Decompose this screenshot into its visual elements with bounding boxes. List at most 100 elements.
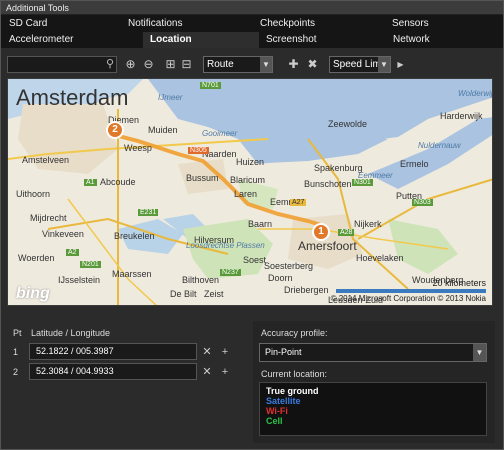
map-label-abcoude: Abcoude [100, 177, 136, 187]
map-label-hoevelaken: Hoevelaken [356, 253, 404, 263]
chevron-down-icon: ▼ [378, 57, 390, 72]
location-source-cell: Cell [266, 416, 283, 426]
map-label-soesterberg: Soesterberg [264, 261, 314, 271]
map-label-weesp: Weesp [124, 143, 152, 153]
map-label-ermelo: Ermelo [400, 159, 429, 169]
road-label-n237: N237 [220, 269, 241, 276]
play-icon[interactable]: ▶ [393, 57, 408, 72]
additional-tools-window: Additional Tools SD Card Notifications C… [0, 0, 504, 450]
map-copyright: © 2014 Microsoft Corporation © 2013 Noki… [330, 294, 486, 303]
road-label-n701: N701 [200, 82, 221, 89]
search-input[interactable] [8, 57, 100, 72]
map-label-vinkeveen: Vinkeveen [42, 229, 84, 239]
search-field: ⚲ [7, 56, 117, 73]
search-icon[interactable]: ⚲ [106, 57, 114, 70]
current-location-label: Current location: [261, 369, 328, 379]
map-label-nuldernauw: Nuldernauw [418, 141, 461, 150]
chevron-down-icon: ▼ [260, 57, 272, 72]
map-label-ijmeer: IJmeer [158, 93, 183, 102]
tab-location[interactable]: Location [143, 32, 259, 48]
map-toolbar: ⚲ ⊕ ⊖ ⊞ ⊟ Route ▼ ✚ ✖ Speed Limit ▼ ▶ [7, 55, 497, 75]
map-label-maarssen: Maarssen [112, 269, 152, 279]
center-pin-icon[interactable]: ⊞ [163, 57, 178, 72]
tab-notifications[interactable]: Notifications [128, 16, 182, 32]
route-mode-value: Route [207, 59, 234, 70]
location-source-satellite: Satellite [266, 396, 301, 406]
points-header-coords: Latitude / Longitude [31, 328, 111, 338]
tab-screenshot[interactable]: Screenshot [266, 32, 317, 48]
map-label-uithoorn: Uithoorn [16, 189, 51, 199]
tab-checkpoints[interactable]: Checkpoints [260, 16, 315, 32]
map-label-driebergen: Driebergen [284, 285, 329, 295]
map-label-amsterdam: Amsterdam [16, 85, 129, 110]
bing-logo: bing [16, 285, 50, 302]
road-label-n201: N201 [80, 261, 101, 268]
road-label-a28: A28 [338, 229, 355, 236]
map-label-bilthoven: Bilthoven [182, 275, 220, 285]
waypoint-marker-2[interactable]: 2 [106, 121, 124, 139]
map-label-bunschoten: Bunschoten [304, 179, 352, 189]
chevron-down-icon: ▼ [473, 344, 486, 361]
map-view[interactable]: Amsterdam Amersfoort Hilversum Bussum Hu… [7, 78, 493, 306]
map-label-huizen: Huizen [236, 157, 265, 167]
zoom-out-icon[interactable]: ⊖ [141, 57, 156, 72]
point-coordinate-field[interactable]: 52.3084 / 004.9933 [29, 363, 197, 380]
map-label-breukelen: Breukelen [114, 231, 155, 241]
map-scale-label: 20 kilometers [432, 278, 486, 288]
map-label-amstelveen: Amstelveen [22, 155, 70, 165]
route-mode-select[interactable]: Route ▼ [203, 56, 273, 73]
remove-point-icon[interactable]: ✕ [201, 366, 213, 378]
point-row-number: 2 [13, 367, 19, 377]
map-label-wolderwijd: Wolderwijd [458, 89, 493, 98]
map-label-loosdrecht-lakes: Loosdrechtse Plassen [186, 241, 265, 250]
map-label-doorn: Doorn [268, 273, 293, 283]
map-label-zeist: Zeist [204, 289, 224, 299]
road-label-n303: N303 [412, 199, 433, 206]
map-label-zeewolde: Zeewolde [328, 119, 368, 129]
points-header-pt: Pt [13, 328, 22, 338]
road-label-n305: N305 [188, 147, 209, 154]
location-source-true-ground: True ground [266, 386, 319, 396]
map-label-harderwijk: Harderwijk [440, 111, 483, 121]
map-label-amersfoort: Amersfoort [298, 239, 357, 253]
fit-route-icon[interactable]: ⊟ [179, 57, 194, 72]
map-label-spakenburg: Spakenburg [314, 163, 363, 173]
tab-sd-card[interactable]: SD Card [9, 16, 47, 32]
accuracy-profile-value: Pin-Point [265, 347, 302, 357]
waypoint-marker-1[interactable]: 1 [312, 223, 330, 241]
window-title: Additional Tools [1, 1, 503, 15]
remove-point-icon[interactable]: ✕ [201, 346, 213, 358]
clear-points-icon[interactable]: ✖ [305, 57, 320, 72]
tab-bar: SD Card Notifications Checkpoints Sensor… [1, 15, 503, 48]
accuracy-panel: Accuracy profile: Pin-Point ▼ Current lo… [253, 321, 495, 443]
map-label-de-bilt: De Bilt [170, 289, 197, 299]
tab-accelerometer[interactable]: Accelerometer [9, 32, 73, 48]
accuracy-profile-label: Accuracy profile: [261, 328, 328, 338]
point-row-number: 1 [13, 347, 19, 357]
accuracy-profile-select[interactable]: Pin-Point ▼ [259, 343, 487, 362]
map-label-nijkerk: Nijkerk [354, 219, 382, 229]
map-label-mijdrecht: Mijdrecht [30, 213, 67, 223]
current-location-box: True ground Satellite Wi-Fi Cell [259, 382, 487, 436]
road-label-a27: A27 [290, 199, 307, 206]
map-label-muiden: Muiden [148, 125, 178, 135]
tab-network[interactable]: Network [393, 32, 430, 48]
point-coordinate-field[interactable]: 52.1822 / 005.3987 [29, 343, 197, 360]
add-point-icon[interactable]: ✚ [286, 57, 301, 72]
map-label-bussum: Bussum [186, 173, 219, 183]
map-label-soest: Soest [243, 255, 267, 265]
location-source-wifi: Wi-Fi [266, 406, 288, 416]
map-label-ijsselstein: IJsselstein [58, 275, 101, 285]
zoom-in-icon[interactable]: ⊕ [123, 57, 138, 72]
map-label-laren: Laren [234, 189, 258, 199]
points-panel: Pt Latitude / Longitude 1 52.1822 / 005.… [7, 321, 247, 443]
insert-point-icon[interactable]: + [219, 346, 231, 358]
map-scale-bar [336, 289, 486, 293]
tab-sensors[interactable]: Sensors [392, 16, 429, 32]
road-label-n301: N301 [352, 179, 373, 186]
speed-limit-select[interactable]: Speed Limit ▼ [329, 56, 391, 73]
insert-point-icon[interactable]: + [219, 366, 231, 378]
map-label-blaricum: Blaricum [230, 175, 266, 185]
map-label-baarn: Baarn [248, 219, 273, 229]
road-label-a2: A2 [66, 249, 79, 256]
